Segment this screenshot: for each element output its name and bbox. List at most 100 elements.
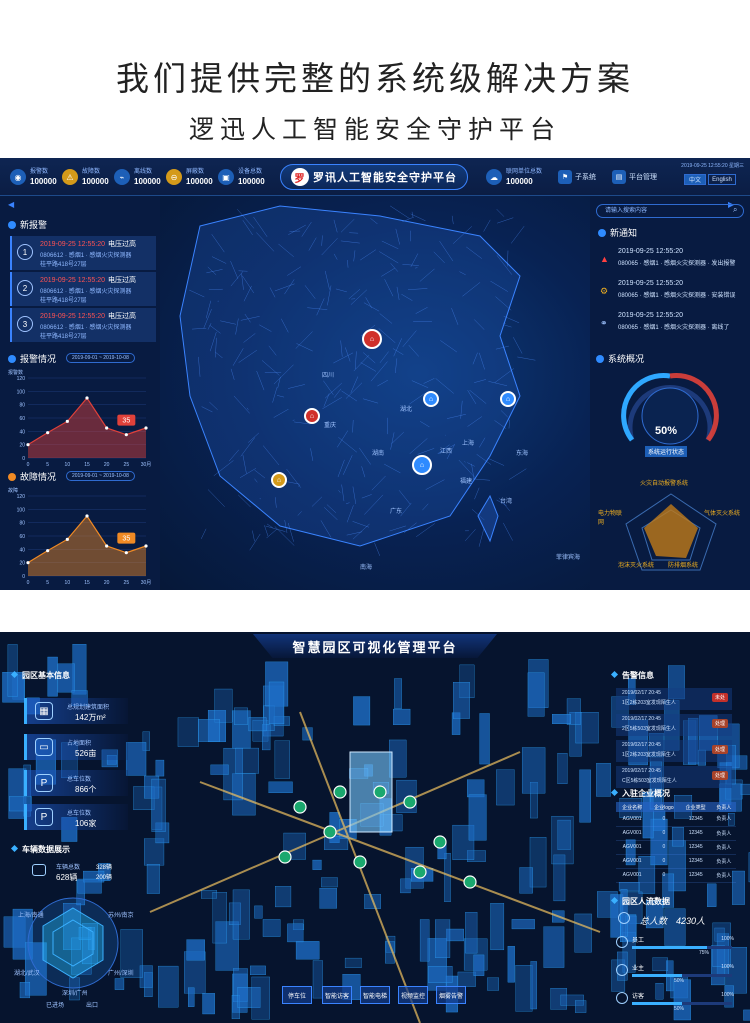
x-tick-label: 15 [84, 462, 90, 468]
device-marker[interactable]: ⌂ [423, 391, 439, 407]
fault-marker[interactable]: ⌂ [271, 472, 287, 488]
date-range-picker[interactable]: 2019-09-01 ~ 2019-10-08 [66, 471, 135, 481]
alarm-marker[interactable]: ⌂ [362, 329, 382, 349]
alarm-light-icon: ▲ [600, 254, 609, 264]
building [530, 961, 537, 1010]
table-row[interactable]: AGV001 0 12345 负责人 [616, 854, 736, 869]
alarm-marker[interactable]: ⌂ [304, 408, 320, 424]
radar-label: 火灾自动报警系统 [640, 481, 689, 487]
subsystem-button[interactable]: ⚑ 子系统 [558, 170, 596, 184]
date-range-picker[interactable]: 2019-09-01 ~ 2019-10-08 [66, 353, 135, 363]
warning-tag[interactable]: 处理 [711, 745, 728, 754]
device-marker[interactable]: ⌂ [500, 391, 516, 407]
warning-tag[interactable]: 未处 [711, 693, 728, 702]
warning-item[interactable]: 2019/02/17 20:45 2区5栋503室发现陌生人 处理 [616, 714, 732, 736]
data-point [46, 431, 50, 435]
data-point [124, 551, 128, 555]
cloud-icon: ☁ [486, 169, 502, 185]
overview-title: 系统概况 [608, 354, 645, 364]
building [251, 976, 270, 1020]
alarm-item[interactable]: 2 2019-09-25 12:55:20 电压过高 0806612 · 感烟1 · … [10, 272, 156, 306]
y-axis-label: 故障 [8, 487, 18, 494]
warning-item[interactable]: 2019/02/17 20:45 C区5栋503室发现陌生人 处理 [616, 766, 732, 788]
building [235, 747, 259, 774]
table-row[interactable]: AGV001 0 12345 负责人 [616, 826, 736, 841]
table-row[interactable]: AGV001 0 12345 负责人 [616, 868, 736, 883]
x-tick-label: 30月 [141, 462, 152, 468]
notice-time: 2019-09-25 12:55:20 [618, 312, 683, 319]
device-marker[interactable]: ⌂ [412, 455, 432, 475]
col-header: 企业logo [648, 802, 680, 812]
building [479, 713, 490, 765]
building [248, 717, 267, 732]
platform-manage-button[interactable]: ▤ 平台管理 [612, 170, 657, 184]
x-tick-label: 5 [46, 462, 49, 468]
warning-text: 1区2栋203室发现陌生人 [622, 752, 676, 758]
collapse-icon[interactable]: ◀ [8, 200, 14, 209]
warning-item[interactable]: 2019/02/17 20:45 1区2栋203室发现陌生人 处理 [616, 740, 732, 762]
x-tick-label: 25 [124, 462, 130, 468]
table-row[interactable]: AGV001 0 12345 负责人 [616, 812, 736, 827]
cell: 12345 [679, 840, 712, 855]
road [264, 525, 269, 536]
notice-text: 080065 · 感烟1 · 感烟火灾探测器 · 离线了 [618, 325, 730, 331]
lang-en-button[interactable]: English [708, 174, 736, 185]
map-label: 江西 [440, 449, 453, 455]
flow-visitor: 访客 100% 50% [614, 990, 738, 1014]
building [210, 764, 229, 775]
stat-value: 100000 [30, 177, 57, 186]
warning-item[interactable]: 2019/02/17 20:45 1区2栋203室发现陌生人 未处 [616, 688, 732, 710]
warning-title: 告警信息 [612, 670, 654, 681]
building [188, 987, 195, 1007]
cell: AGV001 [616, 868, 649, 883]
table-row[interactable]: AGV001 0 12345 负责人 [616, 840, 736, 855]
y-tick-label: 80 [19, 403, 25, 409]
map-label: 东海 [516, 451, 529, 457]
lang-cn-button[interactable]: 中文 [684, 174, 706, 185]
stat-label: 屏蔽数 [186, 169, 205, 175]
notice-time: 2019-09-25 12:55:20 [618, 280, 683, 287]
road [487, 458, 505, 466]
btn-elevator[interactable]: 智能电梯 [360, 986, 390, 1004]
china-map[interactable] [160, 196, 590, 590]
road [503, 315, 520, 324]
poi-marker [353, 855, 367, 869]
person-icon [616, 936, 628, 948]
road [508, 419, 511, 429]
notice-item[interactable]: ⚙ 2019-09-25 12:55:20 080065 · 感烟1 · 感烟火灾探… [596, 278, 746, 308]
alarm-item[interactable]: 1 2019-09-25 12:55:20 电压过高 0806612 · 感烟1 · … [10, 236, 156, 270]
notice-item[interactable]: ⚭ 2019-09-25 12:55:20 080065 · 感烟1 · 感烟火灾探… [596, 310, 746, 340]
building [507, 946, 515, 983]
y-tick-label: 0 [22, 456, 25, 462]
cell: AGV001 [616, 812, 649, 827]
btn-visitor[interactable]: 智能访客 [322, 986, 352, 1004]
peak-label: 35 [122, 418, 130, 425]
kpi-value: 142万m² [75, 713, 106, 722]
people-total-label: 总人数 [640, 916, 668, 926]
data-point [105, 426, 109, 430]
alarm-item[interactable]: 3 2019-09-25 12:55:20 电压过高 0806612 · 感烟1 · … [10, 308, 156, 342]
building [262, 919, 281, 937]
warning-tag[interactable]: 处理 [711, 719, 728, 728]
btn-video[interactable]: 视频监控 [398, 986, 428, 1004]
data-point [65, 537, 69, 541]
map-label: 台湾 [500, 499, 513, 505]
notice-item[interactable]: ▲ 2019-09-25 12:55:20 080065 · 感烟1 · 感烟火灾探… [596, 246, 746, 276]
search-input[interactable]: 请输入搜索内容 [596, 204, 744, 218]
gauge-value: 50% [655, 425, 678, 437]
stat-value: 100000 [134, 177, 161, 186]
building [444, 853, 451, 903]
radar-label: 气体灭火系统 [704, 511, 741, 517]
flow-name: 访客 [632, 994, 645, 1000]
overview-header: 系统概况 [596, 352, 644, 365]
search-icon[interactable]: ⌕ [733, 205, 737, 215]
btn-smoke[interactable]: 烟雾告警 [436, 986, 466, 1004]
building [473, 954, 485, 976]
fire-safety-dashboard: ◉ 报警数 100000 ⚠ 故障数 100000 ⌁ 离线数 100000 ⊖ 屏蔽数 100… [0, 158, 750, 590]
btn-parking[interactable]: 停车位 [282, 986, 312, 1004]
road [472, 478, 491, 481]
basic-info-title: 园区基本信息 [12, 670, 70, 681]
warning-tag[interactable]: 处理 [711, 771, 728, 780]
kpi-label: 总规划建筑面积 [67, 705, 110, 711]
stat-label: 联网单位总数 [506, 169, 543, 175]
